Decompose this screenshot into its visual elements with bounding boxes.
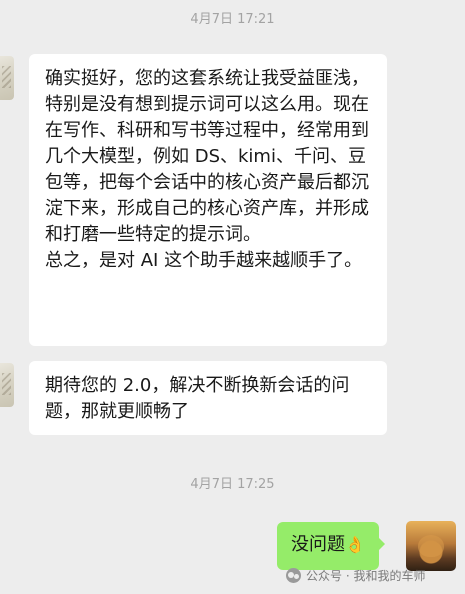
- watermark-text: 公众号 · 我和我的车师: [306, 568, 426, 583]
- timestamp: 4月7日 17:21: [190, 12, 275, 27]
- message-text: 没问题: [291, 534, 345, 555]
- message-bubble-outgoing[interactable]: 没问题👌: [277, 522, 385, 570]
- user-avatar[interactable]: [406, 521, 456, 571]
- wechat-official-account-icon: [286, 567, 301, 583]
- message-bubble-incoming[interactable]: 期待您的 2.0，解决不断换新会话的问题，那就更顺畅了: [29, 361, 387, 435]
- message-text: 确实挺好，您的这套系统让我受益匪浅，特别是没有想到提示词可以这么用。现在在写作、…: [45, 68, 369, 245]
- watermark: 公众号 · 我和我的车师: [286, 566, 425, 584]
- contact-avatar[interactable]: [0, 363, 14, 407]
- contact-avatar[interactable]: [0, 56, 14, 100]
- message-text: 总之，是对 AI 这个助手越来越顺手了。: [45, 250, 363, 271]
- message-text: 期待您的 2.0，解决不断换新会话的问题，那就更顺畅了: [45, 375, 350, 422]
- timestamp: 4月7日 17:25: [190, 477, 275, 492]
- message-bubble-incoming[interactable]: 确实挺好，您的这套系统让我受益匪浅，特别是没有想到提示词可以这么用。现在在写作、…: [29, 54, 387, 346]
- ok-hand-icon: 👌: [345, 535, 365, 554]
